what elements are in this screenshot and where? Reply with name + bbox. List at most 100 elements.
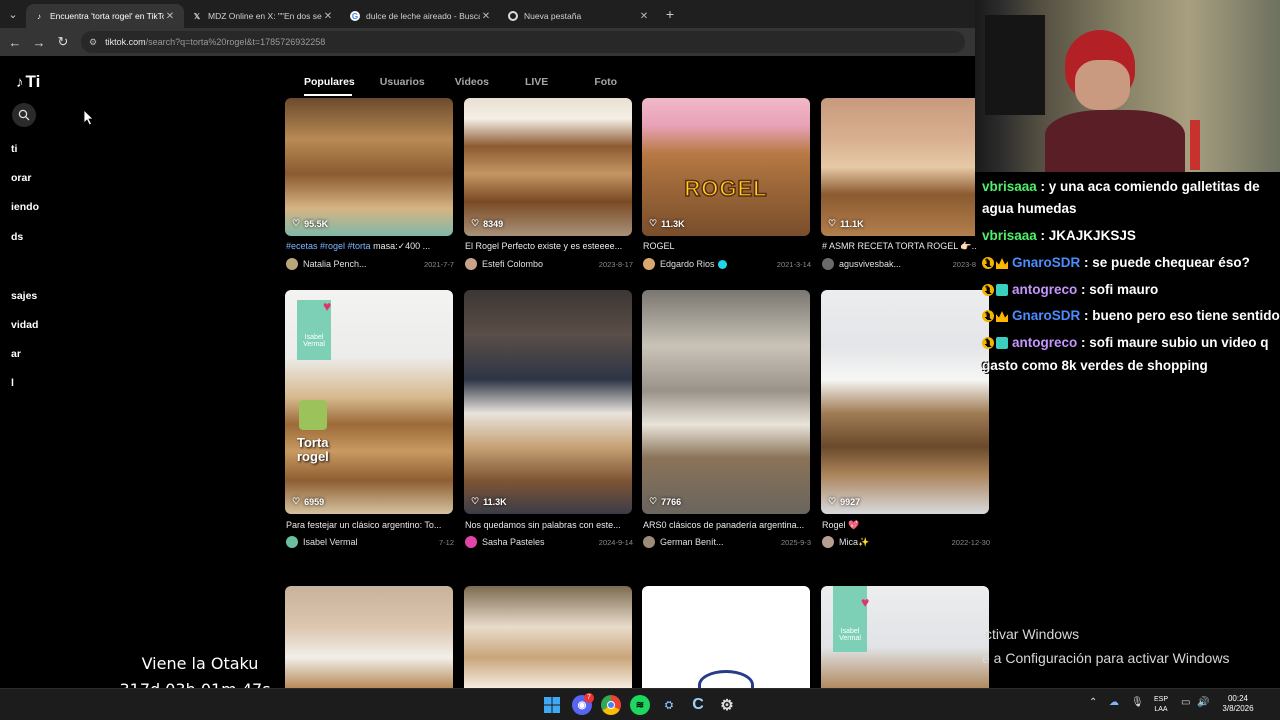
chat-message: 1 GnaroSDR : se puede chequear éso? (982, 252, 1280, 274)
avatar[interactable] (822, 258, 834, 270)
tiktok-logo[interactable]: ♪ Ti (16, 72, 40, 92)
app-c-icon[interactable]: C (688, 695, 708, 715)
sidebar-item-activity[interactable]: vidad (11, 319, 38, 331)
video-thumbnail[interactable] (642, 586, 810, 688)
avatar[interactable] (286, 536, 298, 548)
tab-foto[interactable]: Foto (572, 76, 631, 94)
video-thumbnail[interactable]: Isabel Vermal ♥ (821, 586, 989, 688)
author-name[interactable]: Edgardo Rios (660, 259, 715, 269)
author-name[interactable]: agusvivesbak... (839, 259, 949, 269)
tab-videos[interactable]: Videos (441, 76, 507, 94)
avatar[interactable] (643, 536, 655, 548)
video-description[interactable]: #ecetas #rogel #torta masa:✓400 ... (286, 241, 452, 252)
video-description[interactable]: El Rogel Perfecto existe y es esteeee... (465, 241, 631, 251)
author-name[interactable]: Mica✨ (839, 537, 948, 548)
browser-tab-google[interactable]: G dulce de leche aireado - Buscar con Go… (342, 4, 500, 28)
sidebar-item-for-you[interactable]: ti (11, 143, 17, 155)
spotify-icon[interactable]: ≋ (630, 695, 650, 715)
video-description[interactable]: Nos quedamos sin palabras con este... (465, 520, 631, 530)
avatar[interactable] (465, 536, 477, 548)
video-description[interactable]: ARS0 clásicos de panadería argentina... (643, 520, 809, 530)
site-info-icon[interactable]: ⚙ (89, 37, 97, 48)
post-date: 7-12 (438, 537, 454, 547)
language-indicator[interactable]: ESP LAA (1150, 695, 1172, 715)
avatar[interactable] (822, 536, 834, 548)
tab-title: Encuentra 'torta rogel' en TikTok (50, 11, 164, 21)
tab-live[interactable]: LIVE (507, 76, 572, 94)
video-description[interactable]: Rogel 💖 (822, 520, 988, 531)
volume-icon[interactable]: 🔊 (1197, 697, 1209, 708)
sub-badge-icon: 1 (982, 337, 994, 350)
windows-start-icon[interactable] (542, 695, 562, 715)
like-count: ♡ 95.5K (292, 218, 329, 229)
close-icon[interactable]: ✕ (322, 11, 334, 22)
tab-title: Nueva pestaña (524, 11, 582, 21)
settings-gear-icon[interactable]: ⚙ (717, 695, 737, 715)
gift-badge-icon (996, 337, 1008, 350)
author-name[interactable]: Natalia Pench... (303, 259, 420, 269)
video-thumbnail[interactable] (285, 98, 453, 236)
author-name[interactable]: Isabel Vermal (303, 537, 435, 547)
countdown-title: Viene la Otaku (141, 654, 259, 673)
video-thumbnail[interactable]: Isabel Vermal ♥ Torta rogel (285, 290, 453, 514)
video-thumbnail[interactable] (642, 290, 810, 514)
chevron-up-icon[interactable]: ⌃ (1089, 697, 1097, 708)
search-button[interactable] (12, 103, 36, 127)
post-date: 2021-3-14 (776, 259, 811, 269)
network-icon[interactable]: ▭ (1181, 697, 1190, 708)
sidebar-item-explore[interactable]: orar (11, 172, 31, 184)
video-thumbnail[interactable] (285, 586, 453, 688)
chrome-icon[interactable] (601, 695, 621, 715)
verified-badge-icon (717, 259, 727, 269)
video-thumbnail[interactable] (464, 98, 632, 236)
tab-search-icon[interactable]: ⌄ (0, 0, 26, 28)
avatar[interactable] (286, 258, 298, 270)
video-thumbnail[interactable] (464, 586, 632, 688)
url-field[interactable]: ⚙ tiktok.com/search?q=torta%20rogel&t=17… (81, 31, 965, 53)
heart-icon: ♡ (292, 496, 301, 506)
video-thumbnail[interactable] (821, 290, 989, 514)
heart-icon: ♡ (292, 218, 301, 228)
system-clock[interactable]: 00:24 3/8/2026 (1218, 694, 1258, 714)
search-tabs: Populares Usuarios Videos LIVE Foto (290, 76, 631, 94)
back-icon[interactable]: ← (3, 30, 27, 54)
avatar[interactable] (465, 258, 477, 270)
video-description[interactable]: Para festejar un clásico argentino: To..… (286, 520, 452, 530)
video-description[interactable]: ROGEL (643, 241, 809, 251)
video-description[interactable]: # ASMR RECETA TORTA ROGEL 👉🏻... (822, 241, 976, 252)
tab-populares[interactable]: Populares (290, 76, 371, 94)
like-count: ♡ 6959 (292, 496, 325, 507)
close-icon[interactable]: ✕ (638, 11, 650, 22)
author-name[interactable]: Sasha Pasteles (482, 537, 595, 547)
tab-usuarios[interactable]: Usuarios (371, 76, 441, 94)
forward-icon[interactable]: → (27, 30, 51, 54)
video-thumbnail[interactable] (821, 98, 975, 236)
sidebar-item-friends[interactable]: ds (11, 231, 23, 243)
sidebar-item-upload[interactable]: ar (11, 348, 21, 360)
close-icon[interactable]: ✕ (164, 11, 176, 22)
author-name[interactable]: German Benít... (660, 537, 777, 547)
new-tab-icon[interactable]: + (658, 6, 682, 22)
microphone-icon[interactable]: 🎙 (1131, 697, 1144, 708)
sidebar-item-profile[interactable]: l (11, 377, 14, 389)
chat-message: vbrisaaa : y una aca comiendo galletitas… (982, 179, 1260, 194)
sidebar-item-following[interactable]: iendo (11, 201, 39, 213)
avatar[interactable] (643, 258, 655, 270)
url-path: /search?q=torta%20rogel&t=1785726932258 (145, 37, 326, 47)
video-thumbnail[interactable] (464, 290, 632, 514)
steam-icon[interactable]: ⛭ (659, 695, 679, 715)
heart-icon: ♡ (471, 496, 480, 506)
browser-tab-new[interactable]: Nueva pestaña ✕ (500, 4, 658, 28)
reload-icon[interactable]: ↻ (51, 30, 75, 54)
close-icon[interactable]: ✕ (480, 11, 492, 22)
sub-badge-icon: 1 (982, 257, 994, 270)
webcam-overlay (975, 0, 1280, 172)
logo-text: Ti (25, 72, 41, 91)
onedrive-icon[interactable]: ☁ (1109, 697, 1119, 708)
author-name[interactable]: Estefi Colombo (482, 259, 595, 269)
video-thumbnail[interactable]: ROGEL (642, 98, 810, 236)
browser-tab-tiktok[interactable]: ♪ Encuentra 'torta rogel' en TikTok ✕ (26, 4, 184, 28)
browser-tab-x[interactable]: 𝕏 MDZ Online en X: ""En dos semanas ✕ (184, 4, 342, 28)
like-count: ♡ 8349 (471, 218, 504, 229)
sidebar-item-messages[interactable]: sajes (11, 290, 37, 302)
